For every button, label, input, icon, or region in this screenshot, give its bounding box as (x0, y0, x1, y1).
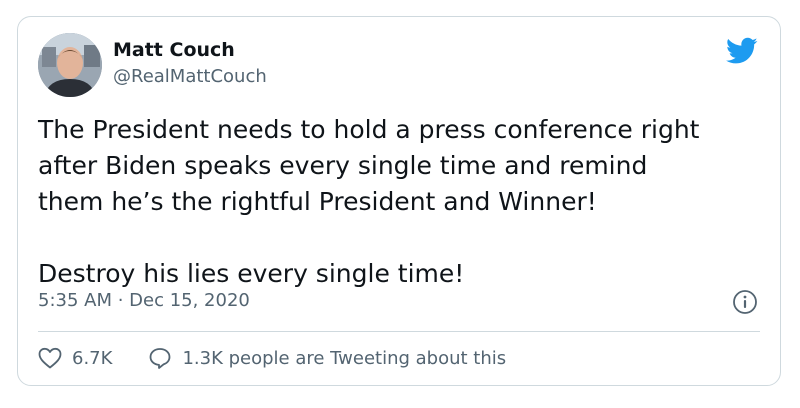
tweet-actions: 6.7K 1.3K people are Tweeting about this (38, 347, 506, 369)
tweet-card: Matt Couch @RealMattCouch The President … (17, 16, 781, 386)
author-name[interactable]: Matt Couch (113, 39, 235, 61)
avatar[interactable] (38, 33, 102, 97)
tweet-text: The President needs to hold a press conf… (38, 115, 700, 288)
author-handle[interactable]: @RealMattCouch (113, 66, 267, 87)
twitter-bird-icon[interactable] (726, 37, 758, 65)
info-icon[interactable] (732, 289, 758, 315)
like-button[interactable]: 6.7K (38, 347, 112, 369)
divider (38, 331, 760, 332)
heart-icon (38, 347, 62, 369)
speech-bubble-icon (150, 348, 171, 369)
avatar-image (38, 33, 102, 97)
tweet-timestamp[interactable]: 5:35 AM · Dec 15, 2020 (38, 290, 250, 311)
like-count: 6.7K (72, 347, 113, 369)
conversation-count: 1.3K people are Tweeting about this (182, 347, 507, 369)
conversation-link[interactable]: 1.3K people are Tweeting about this (148, 347, 506, 369)
